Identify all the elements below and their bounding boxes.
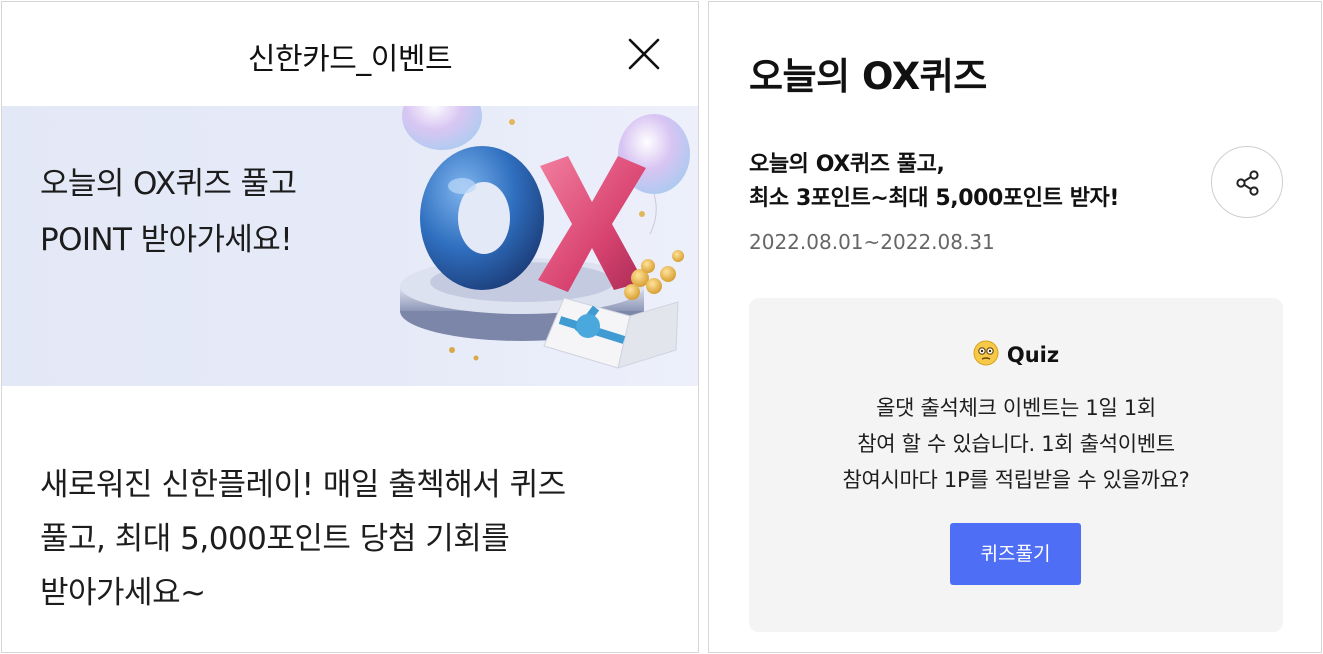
quiz-panel: 오늘의 OX퀴즈 오늘의 OX퀴즈 풀고, 최소 3포인트~최대 5,000포인… <box>708 1 1322 653</box>
header-bar: 신한카드_이벤트 <box>2 2 698 106</box>
headline-line-1: 오늘의 OX퀴즈 풀고, <box>749 152 945 177</box>
question-line-1: 올댓 출석체크 이벤트는 1일 1회 <box>876 396 1156 420</box>
event-banner: 오늘의 OX퀴즈 풀고 POINT 받아가세요! <box>2 106 698 386</box>
event-headline: 오늘의 OX퀴즈 풀고, 최소 3포인트~최대 5,000포인트 받자! <box>749 148 1119 216</box>
question-line-3: 참여시마다 1P를 적립받을 수 있을까요? <box>842 468 1190 492</box>
banner-line-2: POINT 받아가세요! <box>40 222 293 258</box>
event-period: 2022.08.01~2022.08.31 <box>749 230 995 254</box>
description-line-1: 새로워진 신한플레이! 매일 출첵해서 퀴즈 <box>40 467 566 503</box>
description-line-3: 받아가세요~ <box>40 575 206 611</box>
solve-quiz-button[interactable]: 퀴즈풀기 <box>950 523 1081 585</box>
close-icon <box>628 38 660 70</box>
event-panel: 신한카드_이벤트 오늘의 OX퀴즈 풀고 POINT 받아가세요! 새로워진 신… <box>1 1 699 653</box>
event-description: 새로워진 신한플레이! 매일 출첵해서 퀴즈 풀고, 최대 5,000포인트 당… <box>40 458 680 620</box>
quiz-label-text: Quiz <box>1006 343 1060 367</box>
ox-illustration <box>400 106 690 369</box>
share-icon <box>1236 170 1259 196</box>
quiz-card: Quiz 올댓 출석체크 이벤트는 1일 1회 참여 할 수 있습니다. 1회 … <box>749 298 1283 632</box>
thinking-face-icon <box>973 340 999 366</box>
headline-line-2: 최소 3포인트~최대 5,000포인트 받자! <box>749 186 1120 211</box>
quiz-label: Quiz <box>749 340 1283 367</box>
share-button[interactable] <box>1211 146 1283 218</box>
page-title: 오늘의 OX퀴즈 <box>749 55 987 98</box>
description-line-2: 풀고, 최대 5,000포인트 당첨 기회를 <box>40 521 510 557</box>
banner-text: 오늘의 OX퀴즈 풀고 POINT 받아가세요! <box>40 156 297 268</box>
banner-line-1: 오늘의 OX퀴즈 풀고 <box>40 166 297 202</box>
question-line-2: 참여 할 수 있습니다. 1회 출석이벤트 <box>857 432 1175 456</box>
quiz-question: 올댓 출석체크 이벤트는 1일 1회 참여 할 수 있습니다. 1회 출석이벤트… <box>769 390 1263 498</box>
header-title: 신한카드_이벤트 <box>247 42 453 77</box>
close-button[interactable] <box>626 36 662 72</box>
